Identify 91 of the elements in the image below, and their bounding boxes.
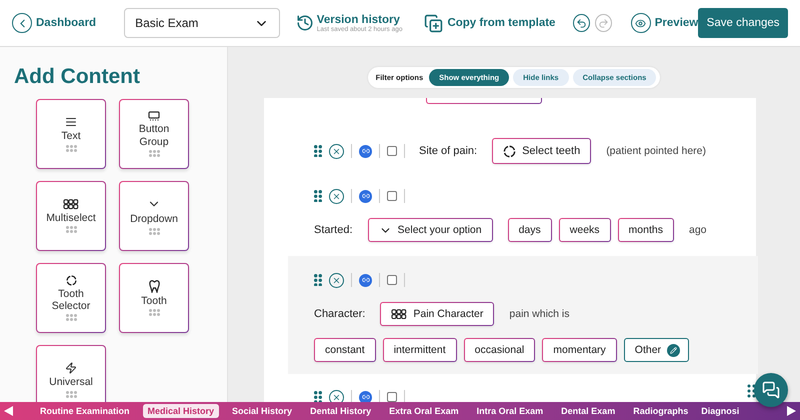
- copy-plus-icon: [424, 14, 444, 32]
- close-icon: [332, 192, 341, 200]
- link-icon: [362, 192, 370, 200]
- section-tab[interactable]: Routine Examination: [35, 404, 135, 418]
- undo-icon: [576, 18, 588, 28]
- grip-icon: [66, 144, 76, 152]
- scroll-left-icon[interactable]: [4, 406, 13, 416]
- multiselect-button[interactable]: Pain Character: [380, 302, 494, 326]
- field-text: ago: [688, 224, 707, 236]
- ring-icon: [503, 144, 516, 158]
- drag-handle-icon: [314, 390, 322, 402]
- section-tab[interactable]: Social History: [227, 404, 298, 418]
- option-button[interactable]: weeks: [558, 218, 611, 242]
- content-block-tile[interactable]: Multiselect: [36, 181, 106, 251]
- link-icon: [362, 147, 370, 155]
- remove-button[interactable]: [329, 272, 344, 288]
- content-block-tile[interactable]: Button Group: [119, 99, 189, 169]
- close-icon: [332, 392, 341, 402]
- option-button[interactable]: constant: [314, 338, 376, 362]
- keyboard-icon: [148, 111, 160, 122]
- section-tab[interactable]: Intra Oral Exam: [472, 404, 548, 418]
- content-block-tile[interactable]: Tooth: [119, 263, 189, 333]
- remove-button[interactable]: [329, 144, 344, 158]
- content-block-tile[interactable]: Universal: [36, 345, 106, 402]
- content-block-tile[interactable]: Tooth Selector: [36, 263, 106, 333]
- copy-template-button[interactable]: Copy from template: [424, 14, 556, 32]
- link-icon: [362, 393, 370, 401]
- grip-icon: [66, 226, 76, 233]
- chat-button[interactable]: [754, 373, 788, 407]
- dropdown-field[interactable]: Select your option: [368, 218, 493, 242]
- scroll-right-icon[interactable]: [787, 406, 796, 416]
- grip-icon: [66, 314, 76, 322]
- pencil-icon: [667, 344, 680, 356]
- link-icon: [362, 276, 370, 284]
- history-icon: [296, 14, 314, 32]
- section-tab[interactable]: Dental History: [305, 404, 376, 418]
- field-label: Site of pain:: [419, 145, 478, 157]
- grid-icon: [391, 308, 408, 320]
- checkbox[interactable]: [387, 275, 397, 285]
- option-button[interactable]: occasional: [464, 338, 536, 362]
- grip-icon: [148, 309, 160, 316]
- grip-icon: [66, 390, 76, 398]
- sidebar-title: Add Content: [14, 65, 141, 89]
- link-button[interactable]: [359, 274, 372, 286]
- preview-button[interactable]: Preview: [630, 13, 698, 33]
- section-tab[interactable]: Radiographs: [628, 404, 694, 418]
- eye-icon: [630, 13, 651, 33]
- field-label: Started:: [314, 224, 353, 236]
- lightning-icon: [65, 362, 77, 374]
- field-label: Character:: [314, 308, 366, 320]
- link-button[interactable]: [359, 390, 372, 402]
- grip-icon: [148, 150, 160, 157]
- field-text: pain which is: [509, 308, 570, 320]
- other-option-button[interactable]: Other: [624, 338, 690, 362]
- close-icon: [332, 146, 341, 156]
- section-tab[interactable]: Extra Oral Exam: [384, 404, 464, 418]
- back-icon: [12, 13, 32, 33]
- section-tab[interactable]: Diagnosi: [701, 404, 740, 418]
- content-block-tile[interactable]: Text: [36, 99, 106, 169]
- ring-icon: [66, 274, 76, 286]
- link-button[interactable]: [359, 144, 372, 158]
- dashboard-link[interactable]: Dashboard: [12, 13, 96, 33]
- drag-handle-icon: [314, 274, 322, 286]
- exam-select[interactable]: Basic Exam: [124, 8, 280, 38]
- checkbox[interactable]: [387, 191, 397, 201]
- save-button[interactable]: Save changes: [698, 8, 788, 38]
- remove-button[interactable]: [329, 188, 344, 204]
- redo-icon: [598, 18, 609, 28]
- link-button[interactable]: [359, 190, 372, 202]
- chat-icon: [762, 381, 780, 399]
- drag-handle-icon[interactable]: [748, 384, 756, 398]
- form-field[interactable]: [426, 98, 542, 104]
- option-button[interactable]: days: [508, 218, 552, 242]
- field-text: (patient pointed here): [606, 145, 706, 157]
- checkbox[interactable]: [387, 146, 397, 156]
- section-tab[interactable]: Medical History: [142, 404, 220, 418]
- grip-icon: [148, 228, 160, 235]
- text-lines-icon: [65, 116, 77, 128]
- drag-handle-icon: [314, 144, 322, 158]
- option-button[interactable]: intermittent: [382, 338, 457, 362]
- tooth-icon: [148, 280, 160, 293]
- undo-button[interactable]: [573, 14, 590, 32]
- option-button[interactable]: months: [618, 218, 674, 242]
- grid-icon: [63, 199, 79, 210]
- tooth-select-button[interactable]: Select teeth: [492, 138, 592, 164]
- checkbox[interactable]: [387, 392, 397, 402]
- drag-handle-icon: [314, 190, 322, 202]
- option-button[interactable]: momentary: [542, 338, 617, 362]
- close-icon: [332, 276, 341, 284]
- content-block-tile[interactable]: Dropdown: [119, 181, 189, 251]
- section-tab[interactable]: Dental Exam: [556, 404, 620, 418]
